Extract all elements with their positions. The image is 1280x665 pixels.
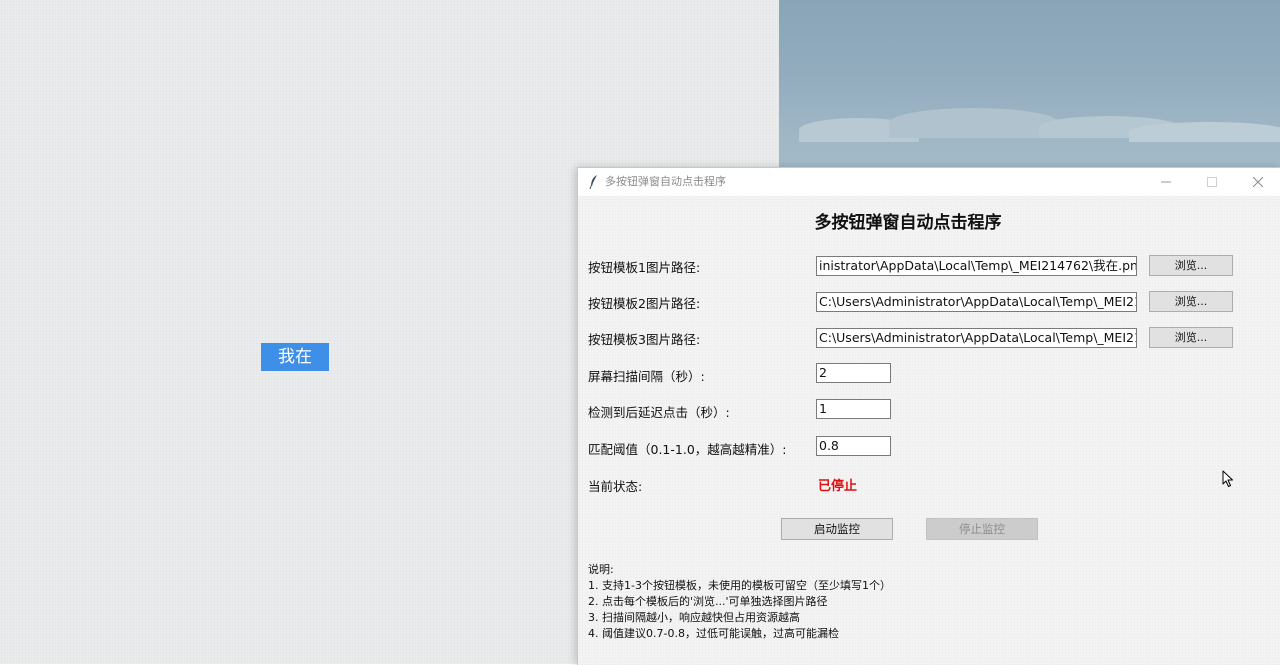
maximize-icon xyxy=(1207,177,1217,187)
close-icon xyxy=(1253,177,1263,187)
app-window: 多按钮弹窗自动点击程序 多按钮弹窗自动点击程序 按钮模板1图片路径: inist… xyxy=(577,167,1280,665)
instructions: 说明: 1. 支持1-3个按钮模板，未使用的模板可留空（至少填写1个） 2. 点… xyxy=(588,562,891,642)
mouse-cursor-icon xyxy=(1222,470,1233,487)
close-button[interactable] xyxy=(1235,168,1280,196)
template2-path-input[interactable]: C:\Users\Administrator\AppData\Local\Tem… xyxy=(816,292,1137,312)
window-titlebar[interactable]: 多按钮弹窗自动点击程序 xyxy=(578,168,1280,196)
desktop-background: 我在 多按钮弹窗自动点击程序 多按钮弹窗自动点击程序 按钮模板1图片路径: in… xyxy=(0,0,1280,665)
click-delay-input[interactable]: 1 xyxy=(816,399,891,419)
template2-browse-button[interactable]: 浏览... xyxy=(1149,291,1233,312)
instructions-line: 1. 支持1-3个按钮模板，未使用的模板可留空（至少填写1个） xyxy=(588,579,891,592)
threshold-label: 匹配阈值（0.1-1.0，越高越精准）: xyxy=(588,442,787,457)
template1-path-input[interactable]: inistrator\AppData\Local\Temp\_MEI214762… xyxy=(816,256,1137,276)
instructions-line: 3. 扫描间隔越小，响应越快但占用资源越高 xyxy=(588,611,800,624)
stop-monitor-button[interactable]: 停止监控 xyxy=(926,518,1038,540)
template2-label: 按钮模板2图片路径: xyxy=(588,296,701,311)
start-monitor-button[interactable]: 启动监控 xyxy=(781,518,893,540)
instructions-line: 2. 点击每个模板后的'浏览...'可单独选择图片路径 xyxy=(588,595,828,608)
template1-browse-button[interactable]: 浏览... xyxy=(1149,255,1233,276)
minimize-button[interactable] xyxy=(1143,168,1189,196)
instructions-line: 4. 阈值建议0.7-0.8，过低可能误触，过高可能漏检 xyxy=(588,627,839,640)
minimize-icon xyxy=(1161,181,1171,183)
template3-browse-button[interactable]: 浏览... xyxy=(1149,327,1233,348)
feather-icon xyxy=(589,175,597,190)
scan-interval-label: 屏幕扫描间隔（秒）: xyxy=(588,369,705,384)
app-heading: 多按钮弹窗自动点击程序 xyxy=(814,213,1002,233)
click-delay-label: 检测到后延迟点击（秒）: xyxy=(588,405,730,420)
instructions-title: 说明: xyxy=(588,563,614,576)
window-title: 多按钮弹窗自动点击程序 xyxy=(605,175,726,188)
status-value: 已停止 xyxy=(818,479,858,494)
template3-path-input[interactable]: C:\Users\Administrator\AppData\Local\Tem… xyxy=(816,328,1137,348)
threshold-input[interactable]: 0.8 xyxy=(816,436,891,456)
template3-label: 按钮模板3图片路径: xyxy=(588,332,701,347)
wallpaper-mountain xyxy=(889,108,1059,138)
status-label: 当前状态: xyxy=(588,479,643,494)
wallpaper-mountain xyxy=(1129,122,1280,142)
scan-interval-input[interactable]: 2 xyxy=(816,363,891,383)
desktop-target-button[interactable]: 我在 xyxy=(261,343,329,371)
maximize-button[interactable] xyxy=(1189,168,1235,196)
template1-label: 按钮模板1图片路径: xyxy=(588,260,701,275)
